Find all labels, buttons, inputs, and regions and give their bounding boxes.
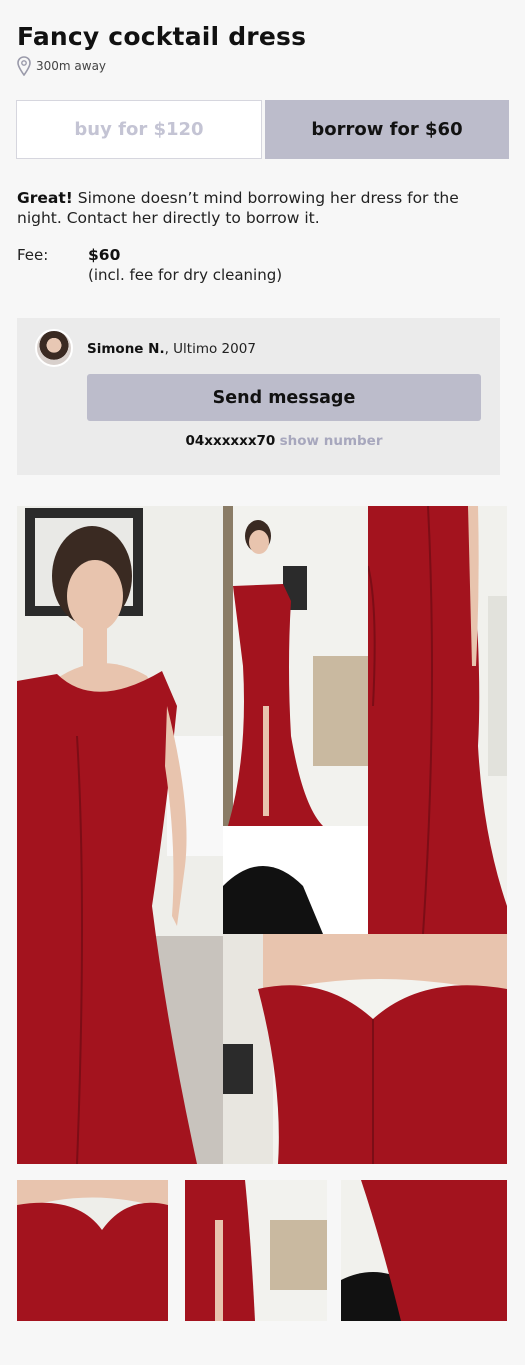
seller-location: , Ultimo 2007 (164, 341, 256, 357)
dress-photo-main[interactable] (17, 506, 223, 1164)
phone-number: 04xxxxxx70 (185, 433, 276, 449)
distance-row: 300m away (17, 56, 106, 76)
distance-text: 300m away (36, 59, 107, 73)
confirmation-message: Great! Simone doesn’t mind borrowing her… (17, 188, 487, 228)
dress-thumbnail-2[interactable] (185, 1180, 327, 1321)
dress-photo-back[interactable] (368, 506, 507, 934)
seller-name: Simone N. (87, 341, 165, 357)
phone-row: 04xxxxxx70 show number (87, 433, 481, 449)
message-body: Simone doesn’t mind borrowing her dress … (17, 189, 459, 227)
dress-photo-mirror[interactable] (223, 506, 368, 934)
dress-thumbnail-3[interactable] (341, 1180, 507, 1321)
fee-note: (incl. fee for dry cleaning) (88, 266, 283, 284)
seller-contact-card: Simone N., Ultimo 2007 Send message 04xx… (17, 318, 500, 475)
map-pin-icon (17, 56, 31, 76)
avatar[interactable] (35, 329, 73, 367)
show-number-link[interactable]: show number (280, 433, 383, 449)
listing-title: Fancy cocktail dress (17, 22, 307, 51)
dress-thumbnail-1[interactable] (17, 1180, 168, 1321)
buy-button[interactable]: buy for $120 (16, 100, 262, 159)
borrow-button[interactable]: borrow for $60 (265, 100, 509, 159)
message-lead: Great! (17, 189, 73, 207)
dress-photo-bodice[interactable] (223, 934, 507, 1164)
send-message-button[interactable]: Send message (87, 374, 481, 421)
fee-label: Fee: (17, 246, 49, 264)
fee-amount: $60 (88, 246, 121, 264)
seller-info: Simone N., Ultimo 2007 (87, 341, 256, 357)
